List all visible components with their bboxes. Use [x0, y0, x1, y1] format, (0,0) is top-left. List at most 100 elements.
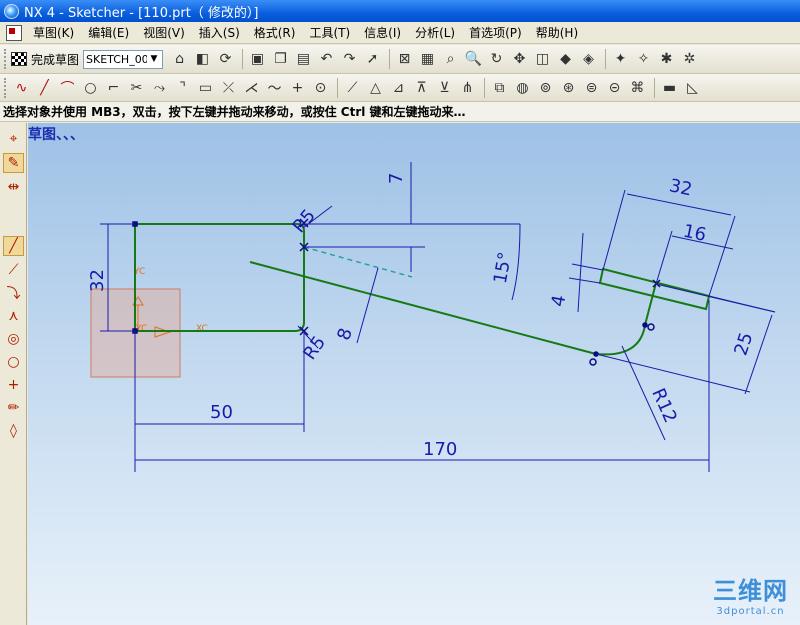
offset-curve-icon[interactable]: ⊙ — [310, 77, 331, 98]
menu-sketch[interactable]: 草图(K) — [26, 24, 81, 41]
render-style-icon[interactable]: ◈ — [578, 49, 599, 70]
dim-4-text[interactable]: 4 — [548, 294, 571, 309]
dim-170-text[interactable]: 170 — [423, 439, 457, 460]
graphics-window[interactable]: 草图、、、 YC YC XC 7 32 16 R5 15° 32 8 R5 4 … — [28, 123, 800, 625]
fit-view-icon[interactable]: ⊠ — [394, 49, 415, 70]
snap-point-icon[interactable]: ⌖ — [3, 129, 24, 149]
menu-help[interactable]: 帮助(H) — [529, 24, 585, 41]
toolbar-grip[interactable] — [4, 77, 7, 98]
arc-tool-icon[interactable]: ⤵ — [3, 283, 24, 303]
dim-7-text[interactable]: 7 — [386, 173, 407, 184]
sketch-system-icon[interactable] — [6, 24, 22, 41]
dim-r12-text[interactable]: R12 — [647, 385, 681, 426]
finish-sketch-button[interactable]: 完成草图 — [11, 51, 79, 68]
convert-reference-icon[interactable]: ⊻ — [434, 77, 455, 98]
constraint-icon[interactable]: △ — [365, 77, 386, 98]
menu-preferences[interactable]: 首选项(P) — [462, 24, 529, 41]
analysis-icon[interactable]: ◺ — [682, 77, 703, 98]
dim-r5-top-text[interactable]: R5 — [288, 205, 319, 237]
connector-line[interactable] — [644, 282, 657, 326]
circle-tool-icon[interactable]: ○ — [3, 352, 24, 372]
redo-icon[interactable]: ↷ — [339, 49, 360, 70]
offset-icon[interactable]: ⊚ — [535, 77, 556, 98]
line-icon[interactable]: ╱ — [34, 77, 55, 98]
dim-15deg-text[interactable]: 15° — [490, 250, 516, 285]
auto-constrain-icon[interactable]: ⊿ — [388, 77, 409, 98]
arc-center-tool-icon[interactable]: ⋏ — [3, 306, 24, 326]
toolbar-separator — [337, 77, 338, 98]
dim-8-text[interactable]: 8 — [333, 326, 357, 343]
show-hide-icon[interactable]: ✱ — [656, 49, 677, 70]
studio-spline-icon[interactable]: ⤫ — [218, 77, 239, 98]
selection-filter-icon[interactable]: ➚ — [362, 49, 383, 70]
layer-icon[interactable]: ✦ — [610, 49, 631, 70]
profile-icon[interactable]: ∿ — [11, 77, 32, 98]
toolbar-grip[interactable] — [4, 49, 7, 69]
pencil-tool-icon[interactable]: ✏ — [3, 398, 24, 418]
chevron-down-icon[interactable]: ▼ — [147, 51, 162, 67]
dim-16-text[interactable]: 16 — [681, 221, 708, 246]
circle-center-tool-icon[interactable]: ◎ — [3, 329, 24, 349]
update-model-icon[interactable]: ⟳ — [215, 49, 236, 70]
animate-dimension-icon[interactable]: ◍ — [512, 77, 533, 98]
line-tool-icon[interactable]: ╱ — [3, 236, 24, 256]
watermark-logo: 三维网 — [713, 577, 788, 605]
show-constraints-icon[interactable]: ⊼ — [411, 77, 432, 98]
extend-icon[interactable]: ⤳ — [149, 77, 170, 98]
rotate-icon[interactable]: ↻ — [486, 49, 507, 70]
edit-defining-string-icon[interactable]: ⊜ — [581, 77, 602, 98]
menu-format[interactable]: 格式(R) — [247, 24, 303, 41]
construction-line[interactable] — [303, 246, 413, 278]
eraser-tool-icon[interactable]: ◊ — [3, 421, 24, 441]
menu-tools[interactable]: 工具(T) — [302, 24, 357, 41]
zoom-window-icon[interactable]: ▦ — [417, 49, 438, 70]
menu-insert[interactable]: 插入(S) — [192, 24, 247, 41]
trim-icon[interactable]: ✂ — [126, 77, 147, 98]
mirror-icon[interactable]: ⧉ — [489, 77, 510, 98]
point-icon[interactable]: + — [287, 77, 308, 98]
orient-view-icon[interactable]: ⌂ — [169, 49, 190, 70]
tools-icon[interactable]: ✲ — [679, 49, 700, 70]
dim-32-top-text[interactable]: 32 — [667, 175, 694, 200]
rectangle-icon[interactable]: ▭ — [195, 77, 216, 98]
dim-50-text[interactable]: 50 — [210, 402, 233, 423]
sketch-task-icon[interactable]: ✎ — [3, 153, 24, 173]
fillet-icon[interactable]: ⌐ — [103, 77, 124, 98]
fillet-r12-arc[interactable] — [595, 324, 646, 356]
visibility-icon[interactable]: ✧ — [633, 49, 654, 70]
conic-icon[interactable]: 〜 — [264, 77, 285, 98]
menu-info[interactable]: 信息(I) — [357, 24, 408, 41]
circle-icon[interactable]: ○ — [80, 77, 101, 98]
dim-25-text[interactable]: 25 — [730, 330, 757, 358]
sketch-drawing[interactable]: YC YC XC 7 32 16 R5 15° 32 8 R5 4 25 R12… — [28, 123, 800, 625]
measure-icon[interactable]: ▬ — [659, 77, 680, 98]
undo-icon[interactable]: ↶ — [316, 49, 337, 70]
dim-32-left-text[interactable]: 32 — [87, 269, 108, 292]
arc-icon[interactable]: ⌒ — [57, 77, 78, 98]
transform-icon[interactable]: ⇹ — [3, 177, 24, 197]
point-tool-icon[interactable]: + — [3, 375, 24, 395]
project-icon[interactable]: ⊛ — [558, 77, 579, 98]
menu-view[interactable]: 视图(V) — [136, 24, 192, 41]
copy-icon[interactable]: ❐ — [270, 49, 291, 70]
paste-icon[interactable]: ▤ — [293, 49, 314, 70]
slanted-line[interactable] — [249, 261, 597, 355]
toolbar-separator — [242, 49, 244, 69]
alternate-solution-icon[interactable]: ⋔ — [457, 77, 478, 98]
sketch-name-select[interactable]: SKETCH_000 ▼ — [83, 49, 164, 69]
intersect-icon[interactable]: ⌘ — [627, 77, 648, 98]
zoom-in-out-icon[interactable]: 🔍 — [463, 49, 484, 70]
snap-view-icon[interactable]: ◫ — [532, 49, 553, 70]
add-extract-icon[interactable]: ⊝ — [604, 77, 625, 98]
shaded-cube-icon[interactable]: ◆ — [555, 49, 576, 70]
zoom-icon[interactable]: ⌕ — [440, 49, 461, 70]
dimension-icon[interactable]: ⟋ — [342, 77, 363, 98]
line2-tool-icon[interactable]: ⟋ — [3, 260, 24, 280]
menu-analysis[interactable]: 分析(L) — [408, 24, 462, 41]
menu-edit[interactable]: 编辑(E) — [81, 24, 136, 41]
pan-icon[interactable]: ✥ — [509, 49, 530, 70]
corner-icon[interactable]: ⌝ — [172, 77, 193, 98]
reattach-icon[interactable]: ◧ — [192, 49, 213, 70]
save-icon[interactable]: ▣ — [247, 49, 268, 70]
derived-lines-icon[interactable]: ⋌ — [241, 77, 262, 98]
